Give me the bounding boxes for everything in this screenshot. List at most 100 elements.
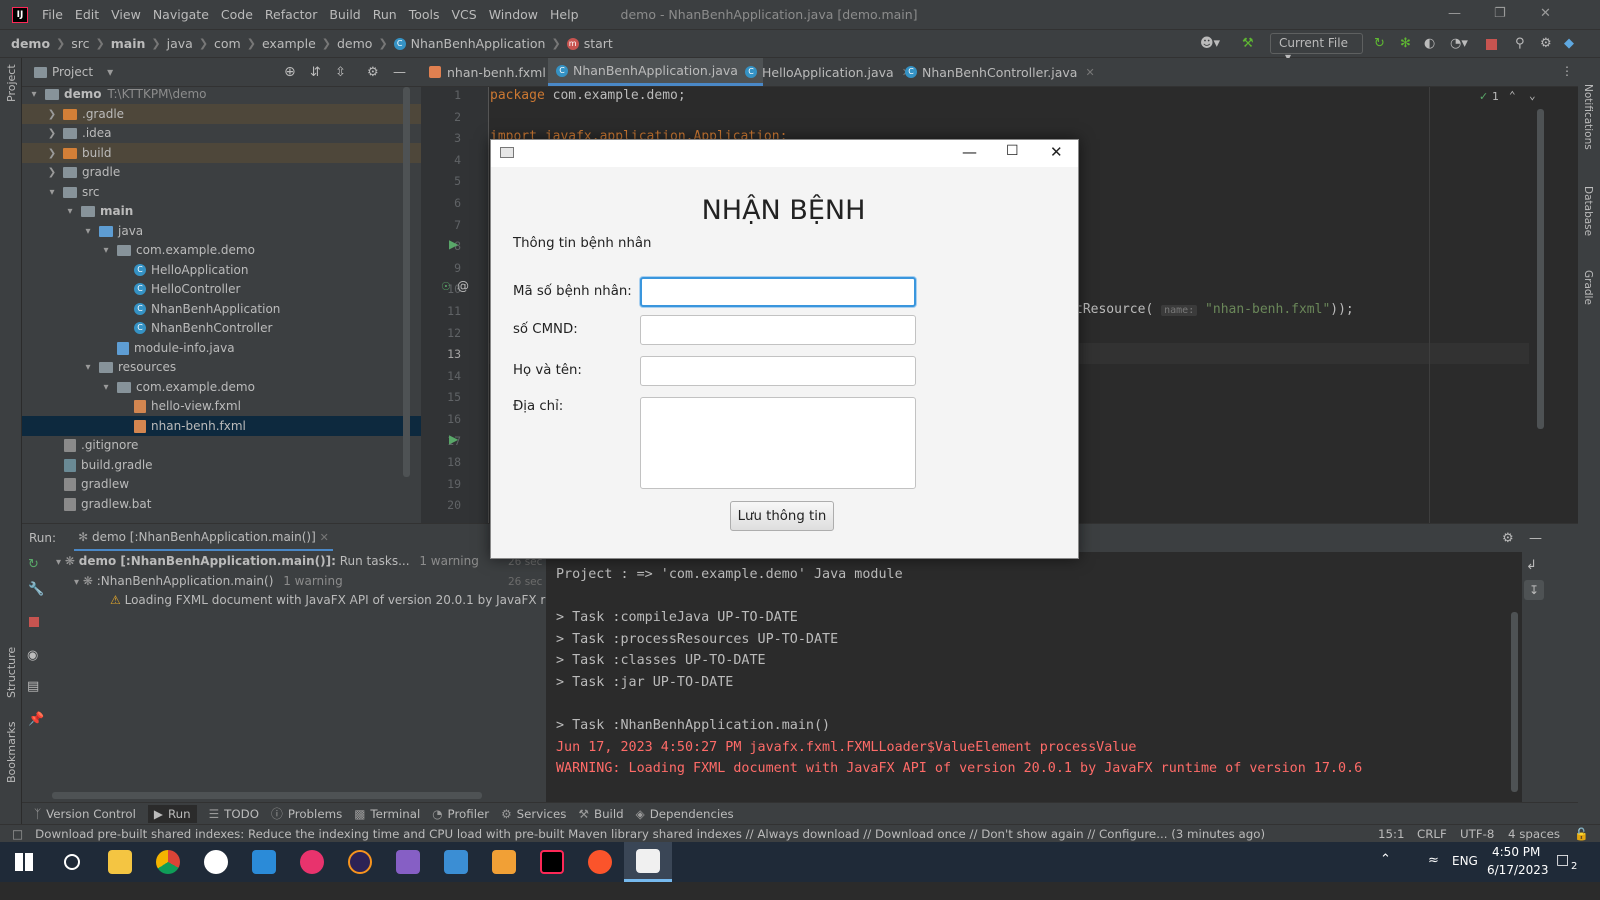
- tree-node-gradlew-bat[interactable]: gradlew.bat: [22, 494, 421, 514]
- run-tree-child[interactable]: ▾ ❋ :NhanBenhApplication.main() 1 warnin…: [74, 574, 343, 588]
- tree-node-build[interactable]: ❯ build: [22, 143, 421, 163]
- close-icon[interactable]: ✕: [1540, 6, 1551, 21]
- maximize-icon[interactable]: ☐: [1006, 143, 1019, 159]
- address-textarea[interactable]: [640, 397, 916, 489]
- coverage-icon[interactable]: ◐: [1424, 36, 1435, 51]
- soft-wrap-icon[interactable]: ↲: [1526, 558, 1537, 573]
- clock-time[interactable]: 4:50 PM: [1492, 845, 1540, 859]
- file-encoding[interactable]: UTF-8: [1460, 827, 1494, 841]
- run-tab[interactable]: ✻ demo [:NhanBenhApplication.main()] ✕: [74, 525, 333, 551]
- cmnd-input[interactable]: [640, 315, 916, 345]
- crumb-main[interactable]: main: [111, 36, 146, 51]
- notifications-tool-button[interactable]: Notifications: [1582, 84, 1594, 150]
- line-separator[interactable]: CRLF: [1417, 827, 1447, 841]
- tree-node-java[interactable]: ▾ java: [22, 221, 421, 241]
- tool-dependencies[interactable]: ◈ Dependencies: [636, 807, 734, 821]
- tree-node-gitignore[interactable]: .gitignore: [22, 435, 421, 455]
- menu-navigate[interactable]: Navigate: [153, 7, 209, 22]
- rerun-icon[interactable]: ↻: [28, 557, 39, 572]
- run-gutter-icon[interactable]: ▶: [449, 237, 458, 251]
- tree-node-res-package[interactable]: ▾ com.example.demo: [22, 377, 421, 397]
- run-gutter-icon[interactable]: ▶: [449, 432, 458, 446]
- messenger-icon[interactable]: [192, 842, 240, 882]
- close-tab-icon[interactable]: ✕: [320, 531, 329, 544]
- jetbrains-icon[interactable]: ◆: [1564, 36, 1574, 51]
- oo-app-icon[interactable]: [288, 842, 336, 882]
- menu-build[interactable]: Build: [329, 7, 360, 22]
- console-scrollbar[interactable]: [1511, 612, 1518, 792]
- menu-file[interactable]: File: [42, 7, 63, 22]
- run-tree-warning[interactable]: ⚠ Loading FXML document with JavaFX API …: [110, 593, 546, 607]
- tree-node-idea[interactable]: ❯ .idea: [22, 123, 421, 143]
- menu-refactor[interactable]: Refactor: [265, 7, 317, 22]
- crumb-example[interactable]: example: [262, 36, 316, 51]
- minimize-icon[interactable]: —: [962, 143, 977, 161]
- tab-helloapplication[interactable]: CHelloApplication.java✕: [737, 58, 919, 86]
- tool-run[interactable]: ▶ Run: [147, 804, 197, 823]
- locate-icon[interactable]: ⊕: [284, 64, 296, 80]
- chevron-up-icon[interactable]: ⌃: [1380, 852, 1391, 867]
- gear-icon[interactable]: ⚙: [1502, 531, 1514, 546]
- visual-studio-icon[interactable]: [384, 842, 432, 882]
- tree-node-helloapplication[interactable]: C HelloApplication: [22, 260, 421, 280]
- indent-setting[interactable]: 4 spaces: [1508, 827, 1560, 841]
- menu-view[interactable]: View: [111, 7, 141, 22]
- chevron-up-icon[interactable]: ⌃: [1509, 89, 1516, 102]
- tree-node-nhanbenhapplication[interactable]: C NhanBenhApplication: [22, 299, 421, 319]
- tree-node-resources[interactable]: ▾ resources: [22, 357, 421, 377]
- scroll-to-end-icon[interactable]: ↧: [1524, 580, 1544, 600]
- hide-panel-icon[interactable]: —: [1529, 531, 1542, 546]
- eclipse-icon[interactable]: [336, 842, 384, 882]
- project-scrollbar[interactable]: [403, 87, 410, 477]
- tool-services[interactable]: ⚙ Services: [501, 807, 566, 821]
- menu-code[interactable]: Code: [221, 7, 253, 22]
- layout-icon[interactable]: ▤: [27, 679, 39, 694]
- tool-version-control[interactable]: ᛉ Version Control: [34, 807, 136, 821]
- window-title-bar[interactable]: — ☐ ✕: [491, 140, 1078, 167]
- tool-build[interactable]: ⚒ Build: [578, 807, 623, 821]
- save-info-button[interactable]: Lưu thông tin: [730, 501, 834, 531]
- crumb-method[interactable]: start: [584, 36, 613, 51]
- tree-node-gradle-dir[interactable]: ❯ .gradle: [22, 104, 421, 124]
- annotation-gutter-icon[interactable]: @: [457, 279, 469, 293]
- chrome-icon[interactable]: [144, 842, 192, 882]
- full-name-input[interactable]: [640, 356, 916, 386]
- console-output[interactable]: Project : => 'com.example.demo' Java mod…: [546, 552, 1522, 802]
- database-tool-button[interactable]: Database: [1582, 186, 1594, 236]
- tree-node-hello-view[interactable]: hello-view.fxml: [22, 396, 421, 416]
- tree-node-main[interactable]: ▾ main: [22, 201, 421, 221]
- hammer-icon[interactable]: ⚒: [1242, 36, 1254, 51]
- structure-tool-button[interactable]: Structure: [5, 647, 18, 698]
- inspection-check-icon[interactable]: ✓: [1479, 90, 1488, 103]
- user-icon[interactable]: ☻▾: [1200, 36, 1220, 51]
- project-panel-title[interactable]: Project: [52, 65, 93, 79]
- minimize-icon[interactable]: —: [1448, 6, 1461, 21]
- more-tabs-icon[interactable]: ⋮: [1561, 64, 1573, 78]
- tree-node-gradlew[interactable]: gradlew: [22, 474, 421, 494]
- menu-run[interactable]: Run: [373, 7, 397, 22]
- chevron-down-icon[interactable]: ⌄: [1529, 89, 1536, 102]
- file-explorer-icon[interactable]: [96, 842, 144, 882]
- tool-profiler[interactable]: ◔ Profiler: [432, 807, 489, 821]
- tree-node-package[interactable]: ▾ com.example.demo: [22, 240, 421, 260]
- bookmarks-tool-button[interactable]: Bookmarks: [5, 722, 18, 783]
- crumb-demo[interactable]: demo: [11, 36, 50, 51]
- menu-vcs[interactable]: VCS: [452, 7, 477, 22]
- tab-nhanbenhapplication[interactable]: CNhanBenhApplication.java✕: [548, 58, 764, 86]
- crumb-com[interactable]: com: [214, 36, 241, 51]
- clock-date[interactable]: 6/17/2023: [1487, 863, 1549, 877]
- chevron-down-icon[interactable]: ▾: [107, 65, 113, 79]
- app-icon[interactable]: [432, 842, 480, 882]
- debug-icon[interactable]: ✻: [1400, 36, 1411, 51]
- vscode-icon[interactable]: [240, 842, 288, 882]
- status-message[interactable]: Download pre-built shared indexes: Reduc…: [35, 827, 1265, 841]
- patient-id-input[interactable]: [640, 277, 916, 307]
- gear-icon[interactable]: ⚙: [1540, 36, 1552, 51]
- panel-toggle-icon[interactable]: □: [12, 827, 23, 841]
- crumb-class[interactable]: NhanBenhApplication: [411, 36, 546, 51]
- eye-icon[interactable]: ◉: [27, 648, 38, 663]
- project-tool-button[interactable]: Project: [5, 64, 18, 102]
- collapse-all-icon[interactable]: ⇳: [335, 65, 346, 80]
- tree-node-nhan-benh[interactable]: nhan-benh.fxml: [22, 416, 421, 436]
- close-tab-icon[interactable]: ✕: [1085, 66, 1094, 79]
